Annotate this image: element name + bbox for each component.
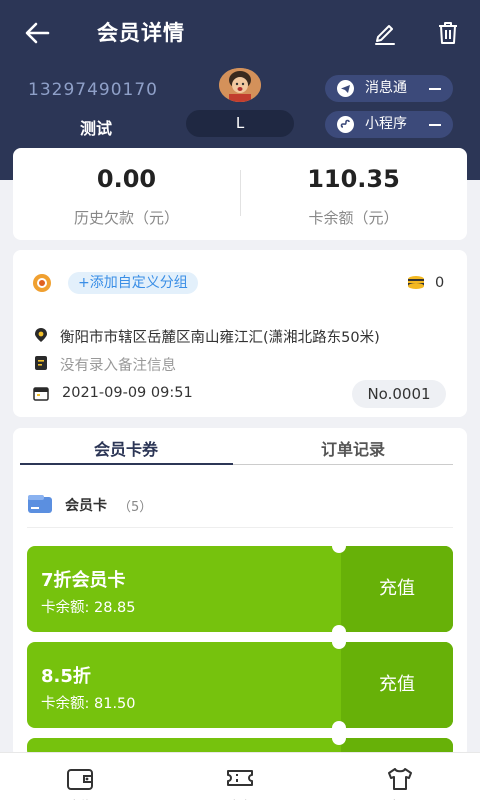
nav-item-shirt[interactable]: 衣服: [320, 753, 480, 800]
debt-value: 0.00: [96, 165, 157, 193]
balance-label: 卡余额（元）: [308, 209, 399, 227]
card-balance: 卡余额: 81.50: [41, 692, 136, 713]
member-card[interactable]: 8.5折 卡余额: 81.50 充值: [27, 642, 453, 728]
card-title: 8.5折: [41, 666, 91, 687]
coin-count: 0: [435, 275, 445, 291]
message-chip-label: 消息通: [365, 80, 407, 96]
card-balance-label: 卡余额:: [41, 600, 90, 616]
member-name: 测试: [80, 119, 113, 138]
mini-program-chip[interactable]: 小程序: [325, 111, 453, 138]
section-title: 会员卡: [65, 498, 107, 514]
avatar[interactable]: [219, 68, 261, 102]
card-balance-label: 卡余额:: [41, 696, 90, 712]
card-balance: 卡余额: 28.85: [41, 596, 136, 617]
badge-icon: [33, 274, 51, 292]
tab-order-records[interactable]: 订单记录: [247, 436, 459, 460]
tab-underline: [233, 464, 453, 465]
calendar-icon: [33, 387, 49, 401]
card-title: 7折会员卡: [41, 570, 126, 591]
top-bar: 会员详情: [0, 0, 480, 64]
card-balance-value: 28.85: [94, 600, 136, 616]
message-chip[interactable]: 消息通: [325, 75, 453, 102]
remark-text: 没有录入备注信息: [60, 358, 176, 374]
page-title: 会员详情: [97, 21, 185, 45]
back-arrow-icon[interactable]: [22, 18, 52, 48]
minus-icon: [429, 124, 441, 126]
bottom-nav: 充值 卡券 衣服: [0, 752, 480, 800]
nav-item-wallet[interactable]: 充值: [0, 753, 160, 800]
section-count: （5）: [118, 500, 153, 515]
recharge-button[interactable]: 充值: [341, 546, 453, 632]
address-text: 衡阳市市辖区岳麓区南山雍江汇(潇湘北路东50米): [60, 330, 380, 346]
tab-active-indicator: [20, 463, 233, 465]
member-number-badge: No.0001: [352, 380, 446, 408]
shirt-icon: [388, 768, 412, 790]
delete-icon[interactable]: [434, 19, 462, 47]
member-card[interactable]: 7折会员卡 卡余额: 28.85 充值: [27, 546, 453, 632]
wallet-icon: [67, 769, 93, 790]
debt-label: 历史欠款（元）: [73, 209, 179, 227]
telegram-icon: [337, 80, 354, 97]
note-icon: [35, 356, 47, 370]
add-group-button[interactable]: +添加自定义分组: [68, 272, 198, 294]
card-balance-value: 81.50: [94, 696, 136, 712]
card-wallet-icon: [28, 495, 52, 513]
nav-item-ticket[interactable]: 卡券: [160, 753, 320, 800]
tab-member-cards[interactable]: 会员卡券: [20, 436, 232, 460]
member-phone: 13297490170: [28, 80, 158, 100]
coins-icon: [408, 276, 424, 289]
member-level-badge: L: [186, 110, 294, 137]
section-divider: [27, 527, 453, 528]
created-datetime: 2021-09-09 09:51: [62, 385, 193, 401]
mini-program-icon: [337, 116, 354, 133]
location-icon: [35, 328, 47, 342]
ticket-icon: [227, 770, 253, 786]
balance-value: 110.35: [307, 165, 400, 193]
edit-icon[interactable]: [372, 20, 398, 46]
minus-icon: [429, 88, 441, 90]
recharge-button[interactable]: 充值: [341, 642, 453, 728]
mini-program-chip-label: 小程序: [365, 116, 407, 132]
